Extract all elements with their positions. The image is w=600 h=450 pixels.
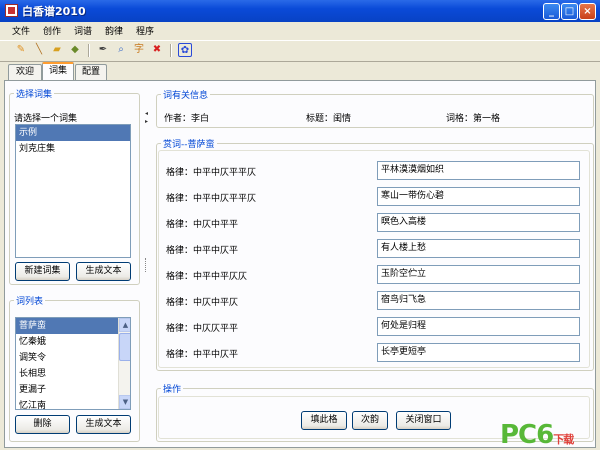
verse-input[interactable]: 寒山一带伤心碧	[377, 187, 580, 206]
meter-label: 格律：中平中仄平	[166, 350, 239, 360]
group-title: 词有关信息	[161, 88, 211, 101]
app-window: 白香谱2010 _ □ × 文件 创作 词谱 韵律 程序 ✎ ╲ ▰ ◆ ✒ ⌕…	[0, 0, 600, 450]
maximize-button[interactable]: □	[561, 3, 578, 20]
verse-input[interactable]: 平林漠漠烟如织	[377, 161, 580, 180]
verse-input[interactable]: 玉阶空伫立	[377, 265, 580, 284]
minimize-button[interactable]: _	[543, 3, 560, 20]
list-item[interactable]: 菩萨蛮	[16, 318, 119, 334]
heading-label: 标题：闺情	[306, 114, 352, 124]
toolbar-separator	[170, 44, 172, 57]
menu-create[interactable]: 创作	[43, 24, 61, 37]
list-item[interactable]: 长相思	[16, 366, 130, 382]
folder-icon[interactable]: ▰	[50, 43, 64, 57]
verse-input[interactable]: 长亭更短亭	[377, 343, 580, 362]
info-group: 词有关信息	[156, 88, 594, 128]
poem-list[interactable]: 菩萨蛮 忆秦娥 调笑令 长相思 更漏子 忆江南 ▲ ▼	[15, 317, 131, 410]
list-item[interactable]: 调笑令	[16, 350, 130, 366]
form-label: 词格：第一格	[446, 114, 501, 124]
close-button[interactable]: ×	[579, 3, 596, 20]
meter-label: 格律：中仄中平仄	[166, 298, 239, 308]
poem-list-scrollbar[interactable]: ▲ ▼	[118, 318, 130, 409]
search-icon[interactable]: ⌕	[114, 43, 128, 57]
fill-form-button[interactable]: 填此格	[301, 411, 347, 430]
book-icon[interactable]: ◆	[68, 43, 82, 57]
scroll-down-icon[interactable]: ▼	[119, 395, 130, 409]
author-label: 作者：李白	[164, 114, 210, 124]
toolbar: ✎ ╲ ▰ ◆ ✒ ⌕ 字 ✖ ✿	[0, 40, 600, 62]
toolbar-separator	[88, 44, 90, 57]
meter-label: 格律：中平中仄平平仄	[166, 168, 257, 178]
list-item[interactable]: 忆秦娥	[16, 334, 130, 350]
generate-text-button[interactable]: 生成文本	[76, 262, 131, 281]
window-title: 白香谱2010	[22, 5, 86, 18]
menu-bar: 文件 创作 词谱 韵律 程序	[0, 22, 600, 39]
meter-label: 格律：中平中仄平	[166, 246, 239, 256]
expand-right-icon[interactable]: ▸	[145, 118, 148, 125]
meter-label: 格律：中平中仄平平仄	[166, 194, 257, 204]
collapse-left-icon[interactable]: ◂	[145, 110, 148, 117]
menu-cipu[interactable]: 词谱	[74, 24, 92, 37]
generate-text-button-2[interactable]: 生成文本	[76, 415, 131, 434]
rhyme-reply-button[interactable]: 次韵	[352, 411, 388, 430]
collection-prompt: 请选择一个词集	[14, 114, 78, 124]
scroll-thumb[interactable]	[119, 333, 130, 361]
list-item[interactable]: 更漏子	[16, 382, 130, 398]
dictionary-icon[interactable]: 字	[132, 43, 146, 57]
verse-input[interactable]: 暝色入高楼	[377, 213, 580, 232]
watermark-logo: PC6下载	[500, 420, 574, 450]
delete-button[interactable]: 删除	[15, 415, 70, 434]
group-title: 操作	[161, 382, 184, 395]
pencil-icon[interactable]: ✎	[14, 43, 28, 57]
menu-file[interactable]: 文件	[12, 24, 30, 37]
pen-icon[interactable]: ✒	[96, 43, 110, 57]
meter-label: 格律：中仄仄平平	[166, 324, 239, 334]
brush-icon[interactable]: ╲	[32, 43, 46, 57]
tab-config[interactable]: 配置	[75, 64, 107, 80]
delete-icon[interactable]: ✖	[150, 43, 164, 57]
list-item[interactable]: 刘克庄集	[16, 141, 130, 157]
tab-bar: 欢迎 词集 配置	[0, 61, 600, 81]
list-item[interactable]: 示例	[16, 125, 130, 141]
panel-splitter[interactable]: ◂ ▸	[143, 84, 151, 446]
title-bar[interactable]: 白香谱2010 _ □ ×	[0, 0, 600, 22]
tab-collection[interactable]: 词集	[42, 62, 74, 81]
close-window-button[interactable]: 关闭窗口	[396, 411, 451, 430]
group-title: 词列表	[14, 294, 46, 307]
app-icon	[5, 4, 18, 17]
list-item[interactable]: 忆江南	[16, 398, 130, 409]
verse-input[interactable]: 有人楼上愁	[377, 239, 580, 258]
tab-welcome[interactable]: 欢迎	[8, 64, 42, 80]
baidu-icon[interactable]: ✿	[178, 43, 192, 57]
menu-program[interactable]: 程序	[136, 24, 154, 37]
verse-input[interactable]: 宿鸟归飞急	[377, 291, 580, 310]
new-collection-button[interactable]: 新建词集	[15, 262, 70, 281]
collection-list[interactable]: 示例 刘克庄集	[15, 124, 131, 258]
group-title: 赏词--菩萨蛮	[161, 137, 217, 150]
group-title: 选择词集	[14, 87, 55, 100]
meter-label: 格律：中仄中平平	[166, 220, 239, 230]
menu-rhyme[interactable]: 韵律	[105, 24, 123, 37]
verse-input[interactable]: 何处是归程	[377, 317, 580, 336]
splitter-grip[interactable]	[145, 258, 148, 272]
scroll-up-icon[interactable]: ▲	[119, 318, 130, 332]
meter-label: 格律：中平中平仄仄	[166, 272, 248, 282]
